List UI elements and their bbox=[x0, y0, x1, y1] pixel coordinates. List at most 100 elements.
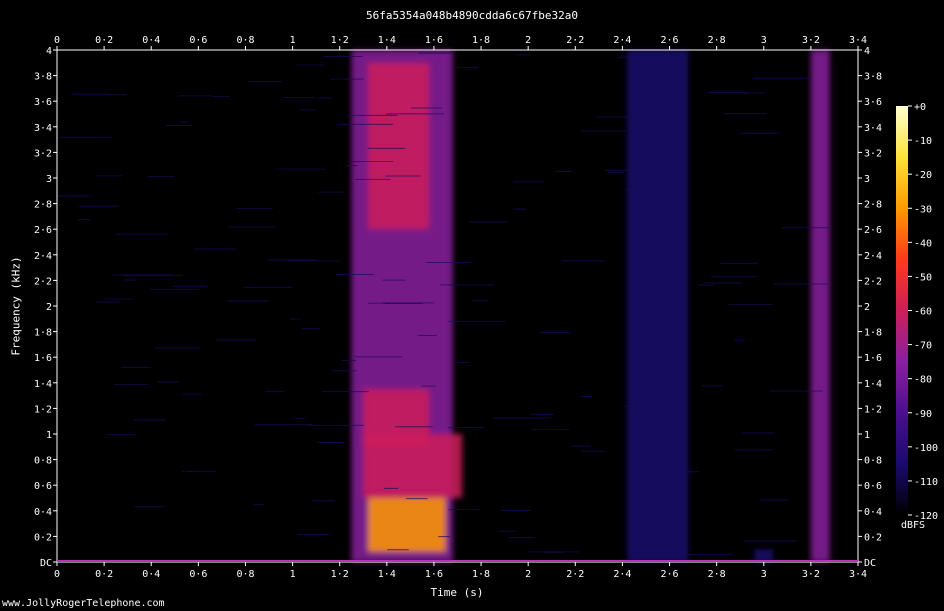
y-tick-label: 1·2 bbox=[34, 404, 52, 415]
y-tick-label-right: 4 bbox=[864, 46, 870, 57]
y-axis-label: Frequency (kHz) bbox=[9, 256, 23, 356]
y-tick-label: 2·6 bbox=[34, 225, 52, 236]
x-tick-label: 0·8 bbox=[236, 569, 254, 580]
x-tick-label: 2·8 bbox=[708, 569, 726, 580]
y-tick-label: 0·8 bbox=[34, 456, 52, 467]
y-tick-label-right: 0·8 bbox=[864, 456, 882, 467]
x-tick-label-top: 0·6 bbox=[189, 35, 207, 46]
x-tick-label: 2·6 bbox=[660, 569, 678, 580]
y-tick-label-right: 1·6 bbox=[864, 353, 882, 364]
colorbar-tick-label: -10 bbox=[914, 136, 932, 147]
x-tick-label: 3·2 bbox=[802, 569, 820, 580]
x-tick-label: 2 bbox=[525, 569, 531, 580]
colorbar-tick-label: +0 bbox=[914, 102, 926, 113]
y-tick-label-right: 3·8 bbox=[864, 72, 882, 83]
colorbar bbox=[896, 106, 908, 515]
x-tick-label: 3 bbox=[761, 569, 767, 580]
x-tick-label: 1 bbox=[290, 569, 296, 580]
colorbar-tick-label: -70 bbox=[914, 341, 932, 352]
x-tick-label-top: 2 bbox=[525, 35, 531, 46]
y-tick-label: 1·6 bbox=[34, 353, 52, 364]
y-tick-label: 4 bbox=[46, 46, 52, 57]
colorbar-unit-label: dBFS bbox=[901, 520, 926, 531]
x-tick-label: 1·4 bbox=[378, 569, 396, 580]
x-tick-label-top: 0·4 bbox=[142, 35, 160, 46]
x-tick-label: 0 bbox=[54, 569, 60, 580]
y-tick-label-right: 2·2 bbox=[864, 276, 882, 287]
x-tick-label: 0·2 bbox=[95, 569, 113, 580]
y-tick-label: 1·4 bbox=[34, 379, 52, 390]
y-tick-label: 3·8 bbox=[34, 72, 52, 83]
x-tick-label-top: 3·4 bbox=[849, 35, 867, 46]
colorbar-tick-label: -60 bbox=[914, 307, 932, 318]
energy-region-6 bbox=[810, 50, 830, 562]
y-tick-label-right: 1·4 bbox=[864, 379, 882, 390]
x-tick-label-top: 3·2 bbox=[802, 35, 820, 46]
watermark-text: www.JollyRogerTelephone.com bbox=[2, 598, 165, 609]
y-tick-label-right: 0·2 bbox=[864, 532, 882, 543]
colorbar-tick-label: -90 bbox=[914, 409, 932, 420]
x-tick-label-top: 2·8 bbox=[708, 35, 726, 46]
y-tick-label-right: 2·6 bbox=[864, 225, 882, 236]
y-tick-label: DC bbox=[40, 558, 52, 569]
y-tick-label-right: 2·8 bbox=[864, 200, 882, 211]
energy-region-5 bbox=[627, 50, 689, 562]
x-tick-label-top: 2·4 bbox=[613, 35, 631, 46]
y-tick-label: 0·4 bbox=[34, 507, 52, 518]
x-tick-label: 0·6 bbox=[189, 569, 207, 580]
y-tick-label: 3·4 bbox=[34, 123, 52, 134]
y-tick-label-right: 3 bbox=[864, 174, 870, 185]
y-tick-label: 0·6 bbox=[34, 481, 52, 492]
y-tick-label: 2·2 bbox=[34, 276, 52, 287]
y-tick-label-right: 3·6 bbox=[864, 97, 882, 108]
y-tick-label: 2·4 bbox=[34, 251, 52, 262]
y-tick-label-right: 2 bbox=[864, 302, 870, 313]
energy-region-3 bbox=[363, 434, 463, 498]
x-tick-label-top: 1 bbox=[290, 35, 296, 46]
y-tick-label-right: 1·2 bbox=[864, 404, 882, 415]
y-tick-label: 1·8 bbox=[34, 328, 52, 339]
x-tick-label: 3·4 bbox=[849, 569, 867, 580]
colorbar-tick-label: -100 bbox=[914, 443, 938, 454]
y-tick-label: 3·6 bbox=[34, 97, 52, 108]
y-tick-label-right: DC bbox=[864, 558, 876, 569]
x-tick-label-top: 1·2 bbox=[331, 35, 349, 46]
x-tick-label: 2·4 bbox=[613, 569, 631, 580]
y-tick-label-right: 1 bbox=[864, 430, 870, 441]
y-tick-label: 3·2 bbox=[34, 148, 52, 159]
y-tick-label-right: 0·6 bbox=[864, 481, 882, 492]
y-tick-label: 0·2 bbox=[34, 532, 52, 543]
y-tick-label: 3 bbox=[46, 174, 52, 185]
x-tick-label-top: 0·8 bbox=[236, 35, 254, 46]
y-tick-label: 2 bbox=[46, 302, 52, 313]
x-tick-label-top: 0·2 bbox=[95, 35, 113, 46]
x-tick-label-top: 2·6 bbox=[660, 35, 678, 46]
x-tick-label: 0·4 bbox=[142, 569, 160, 580]
y-tick-label: 2·8 bbox=[34, 200, 52, 211]
x-tick-label-top: 1·8 bbox=[472, 35, 490, 46]
y-tick-label-right: 0·4 bbox=[864, 507, 882, 518]
spectrogram-chart: 0 0 0·2 0·2 0·4 0·4 0·6 0·6 0·8 0·8 1 1 1·2 1·2 1·4 1·4… bbox=[34, 35, 938, 580]
x-tick-label-top: 2·2 bbox=[566, 35, 584, 46]
x-tick-label-top: 1·6 bbox=[425, 35, 443, 46]
energy-region-4 bbox=[367, 498, 446, 552]
colorbar-tick-label: -50 bbox=[914, 272, 932, 283]
y-tick-label: 1 bbox=[46, 430, 52, 441]
x-tick-label-top: 1·4 bbox=[378, 35, 396, 46]
colorbar-tick-label: -110 bbox=[914, 477, 938, 488]
x-tick-label: 1·8 bbox=[472, 569, 490, 580]
colorbar-tick-label: -40 bbox=[914, 238, 932, 249]
y-tick-label-right: 3·4 bbox=[864, 123, 882, 134]
x-tick-label: 1·2 bbox=[331, 569, 349, 580]
x-tick-label-top: 0 bbox=[54, 35, 60, 46]
y-tick-label-right: 3·2 bbox=[864, 148, 882, 159]
colorbar-tick-label: -30 bbox=[914, 204, 932, 215]
y-tick-label-right: 2·4 bbox=[864, 251, 882, 262]
energy-region-1 bbox=[367, 62, 430, 230]
x-tick-label-top: 3 bbox=[761, 35, 767, 46]
y-tick-label-right: 1·8 bbox=[864, 328, 882, 339]
x-tick-label: 1·6 bbox=[425, 569, 443, 580]
x-tick-label: 2·2 bbox=[566, 569, 584, 580]
colorbar-tick-label: -80 bbox=[914, 375, 932, 386]
colorbar-tick-label: -20 bbox=[914, 170, 932, 181]
